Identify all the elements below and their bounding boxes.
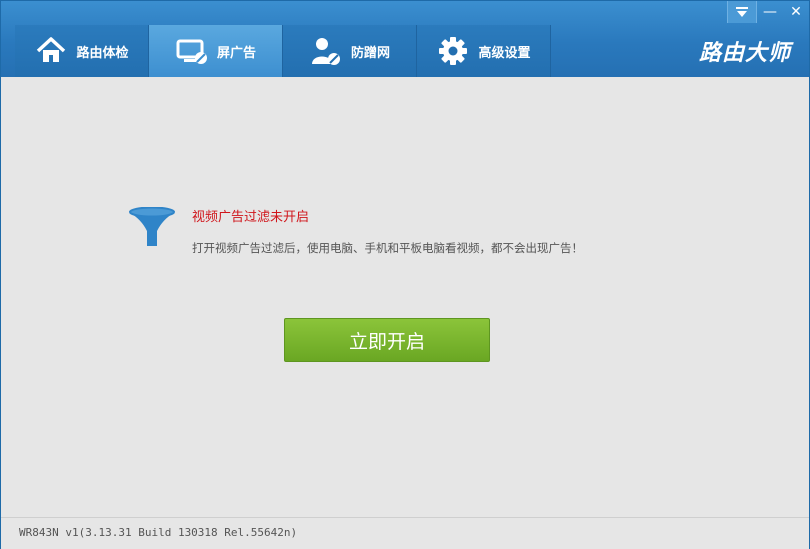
version-text: WR843N v1(3.13.31 Build 130318 Rel.55642… [19, 526, 298, 539]
tab-block-ads[interactable]: 屏广告 [149, 25, 283, 77]
tab-label: 防蹭网 [350, 45, 390, 61]
home-icon [37, 37, 66, 62]
funnel-icon [129, 207, 175, 246]
tab-label: 屏广告 [216, 45, 256, 61]
close-button[interactable]: ✕ [783, 1, 809, 23]
monitor-block-icon [176, 39, 207, 64]
tab-label: 高级设置 [478, 45, 531, 61]
menu-button[interactable] [727, 1, 757, 23]
window-controls: — ✕ [727, 1, 809, 23]
tab-anti-leech[interactable]: 防蹭网 [283, 25, 417, 77]
brand-logo: 路由大师 [698, 41, 791, 66]
user-block-icon [311, 38, 340, 65]
tab-advanced-settings[interactable]: 高级设置 [417, 25, 551, 77]
minimize-button[interactable]: — [757, 1, 783, 23]
filter-status-title: 视频广告过滤未开启 [192, 210, 310, 225]
tab-router-check[interactable]: 路由体检 [15, 25, 149, 77]
gear-icon [439, 37, 468, 65]
header-bar: 路由体检 屏广告 防蹭网 高级设置 路由大师 — ✕ [1, 1, 809, 77]
tab-bar: 路由体检 屏广告 防蹭网 高级设置 [15, 25, 551, 77]
status-bar: WR843N v1(3.13.31 Build 130318 Rel.55642… [1, 517, 809, 549]
tab-label: 路由体检 [76, 45, 129, 61]
main-content: 视频广告过滤未开启 打开视频广告过滤后，使用电脑、手机和平板电脑看视频，都不会出… [1, 77, 809, 517]
enable-now-button[interactable]: 立即开启 [284, 318, 490, 362]
dropdown-arrow-icon [736, 7, 748, 17]
filter-description: 打开视频广告过滤后，使用电脑、手机和平板电脑看视频，都不会出现广告！ [192, 241, 583, 255]
app-window: 路由体检 屏广告 防蹭网 高级设置 路由大师 — ✕ 视频广告过滤未开启 打开视… [0, 0, 810, 549]
